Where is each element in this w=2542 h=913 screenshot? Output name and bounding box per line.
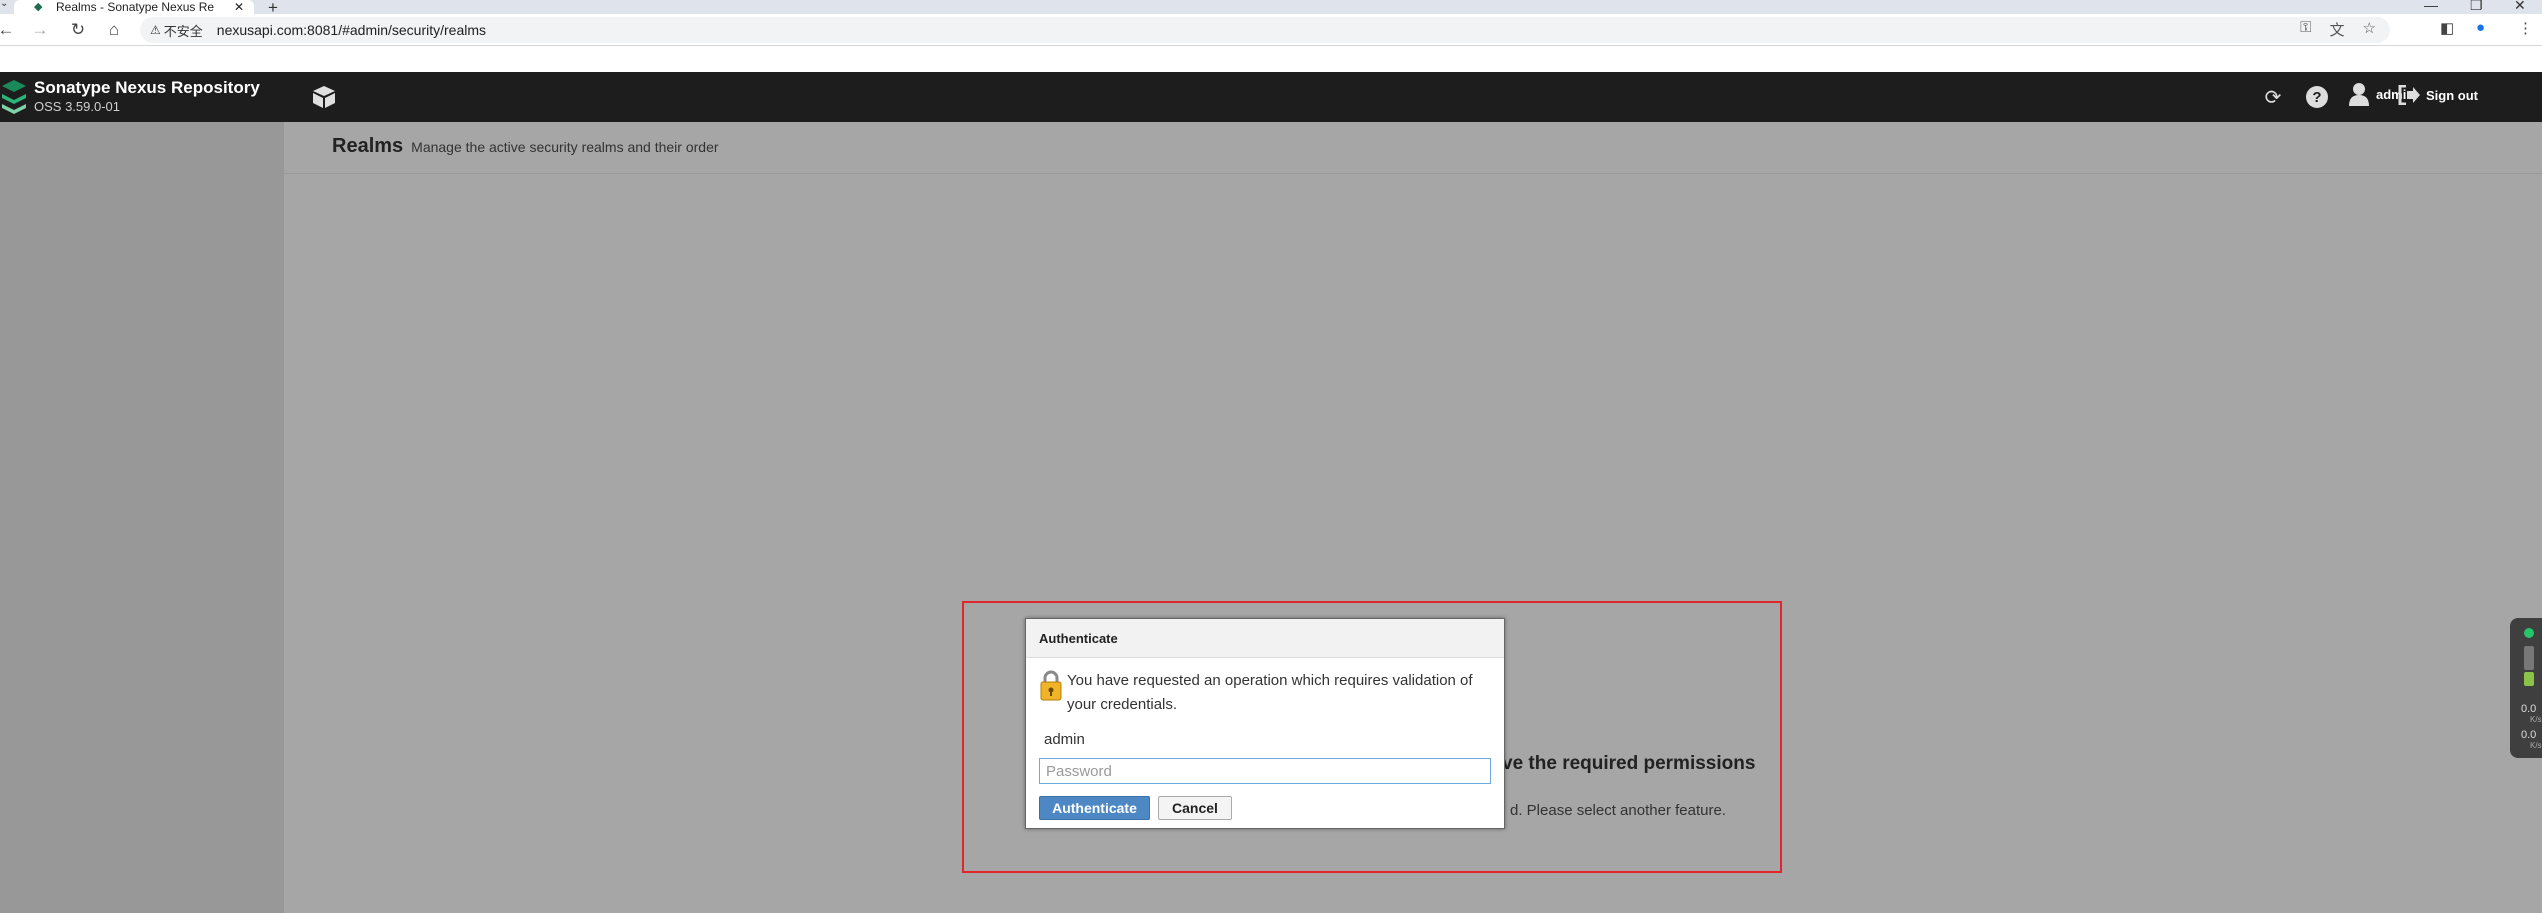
lock-icon	[1040, 670, 1062, 701]
back-arrow-icon[interactable]: ←	[0, 18, 18, 42]
sidebar	[0, 122, 284, 913]
star-icon[interactable]: ☆	[2363, 19, 2376, 40]
browser-tab-bar: ⌄ ◆ Realms - Sonatype Nexus Re ✕ + — ❐ ✕	[0, 0, 2542, 17]
upload-speed: 0.0	[2521, 703, 2537, 715]
meter-bar	[2524, 646, 2534, 670]
download-speed: 0.0	[2521, 729, 2537, 741]
reload-icon[interactable]: ↻	[66, 18, 90, 42]
chrome-spacer	[0, 46, 2542, 72]
url-text[interactable]: nexusapi.com:8081/#admin/security/realms	[217, 22, 486, 38]
home-icon[interactable]: ⌂	[102, 18, 126, 42]
dialog-message-text: You have requested an operation which re…	[1067, 672, 1473, 713]
browser-toolbar: ← → ↻ ⌂ ⚠ 不安全 nexusapi.com:8081/#admin/s…	[0, 14, 2542, 46]
nexus-favicon-icon: ◆	[34, 1, 43, 13]
authenticate-button[interactable]: Authenticate	[1039, 796, 1150, 820]
address-bar[interactable]: ⚠ 不安全 nexusapi.com:8081/#admin/security/…	[140, 17, 2390, 43]
security-label: 不安全	[163, 23, 203, 39]
security-indicator[interactable]: ⚠ 不安全	[150, 21, 203, 40]
signout-icon	[2398, 85, 2420, 105]
authenticate-dialog: Authenticate You have requested an opera…	[1025, 618, 1505, 829]
nexus-logo-icon[interactable]	[0, 80, 28, 114]
page-subtitle: Manage the active security realms and th…	[411, 139, 719, 155]
brand-title: Sonatype Nexus Repository	[34, 78, 260, 97]
refresh-icon[interactable]: ⟳	[2260, 85, 2286, 109]
network-monitor-widget[interactable]: 0.0 K/s 0.0 K/s	[2510, 618, 2542, 758]
kebab-menu-icon[interactable]: ⋮	[2518, 19, 2533, 37]
window-close-icon[interactable]: ✕	[2514, 0, 2526, 14]
profile-icon[interactable]: ●	[2476, 19, 2485, 36]
status-dot	[2524, 628, 2534, 638]
tab-close-icon[interactable]: ✕	[232, 0, 246, 14]
signout-button[interactable]: Sign out	[2398, 85, 2478, 105]
signout-label: Sign out	[2426, 87, 2478, 103]
app-header: Sonatype Nexus Repository OSS 3.59.0-01 …	[0, 72, 2542, 122]
meter-bar-active	[2524, 672, 2534, 686]
omnibox-actions: ⚿ 文 ☆	[2300, 19, 2376, 40]
side-panel-icon[interactable]: ◧	[2440, 19, 2454, 37]
user-icon	[2349, 83, 2369, 106]
tab-search-icon[interactable]: ⌄	[0, 0, 8, 9]
browser-tab[interactable]: ◆ Realms - Sonatype Nexus Re ✕	[14, 0, 254, 14]
download-unit: K/s	[2530, 741, 2542, 750]
cancel-button[interactable]: Cancel	[1158, 796, 1232, 820]
minimize-icon[interactable]: —	[2424, 0, 2438, 13]
forward-arrow-icon[interactable]: →	[28, 18, 52, 42]
upload-unit: K/s	[2530, 715, 2542, 724]
browser-tab-title: Realms - Sonatype Nexus Re	[56, 0, 215, 14]
page-title: Realms	[332, 135, 404, 157]
key-icon[interactable]: ⚿	[2300, 19, 2311, 40]
dialog-message: You have requested an operation which re…	[1039, 669, 1489, 717]
cube-icon[interactable]	[310, 84, 338, 110]
translate-icon[interactable]: 文	[2330, 19, 2345, 40]
page-header: Realms Manage the active security realms…	[284, 122, 2542, 174]
password-input[interactable]	[1039, 758, 1491, 784]
dialog-username: admin	[1044, 731, 1085, 748]
help-icon[interactable]: ?	[2304, 85, 2330, 109]
brand-version: OSS 3.59.0-01	[34, 99, 120, 114]
restore-icon[interactable]: ❐	[2470, 0, 2483, 14]
warning-triangle-icon: ⚠	[150, 23, 161, 37]
svg-text:?: ?	[2312, 89, 2321, 106]
dialog-title: Authenticate	[1026, 619, 1504, 658]
